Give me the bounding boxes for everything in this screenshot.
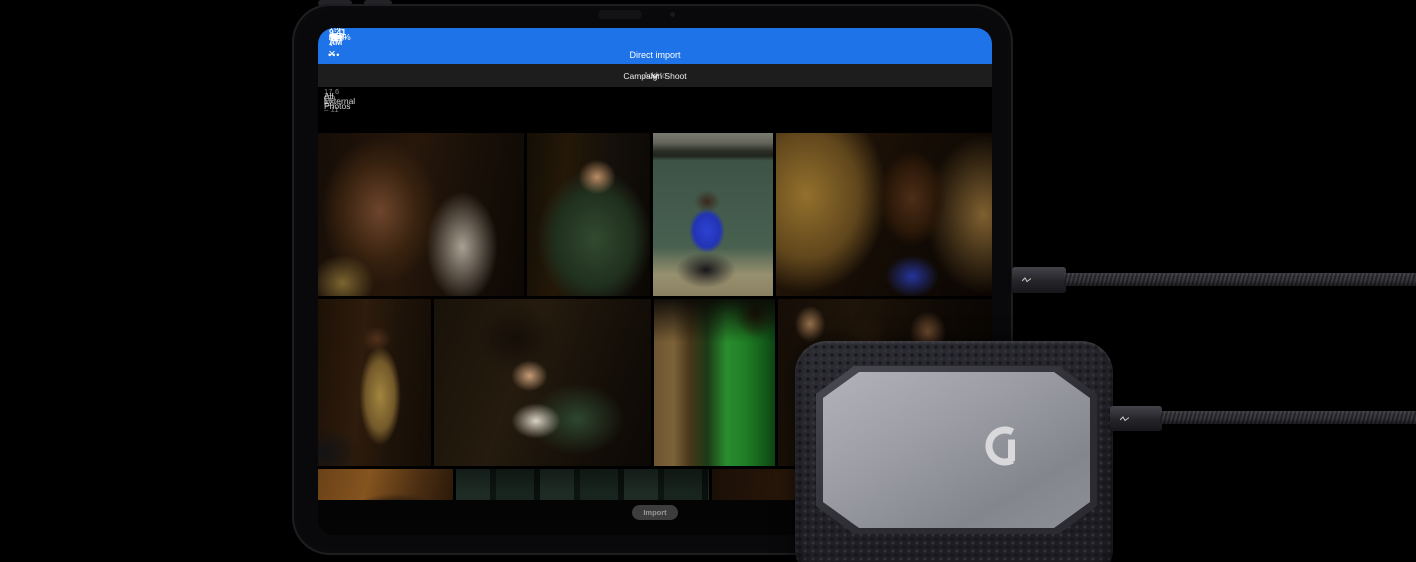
braided-cable-top — [1064, 273, 1416, 286]
front-camera-dot — [670, 12, 675, 17]
chevron-down-icon — [651, 73, 659, 78]
photo-thumbnail[interactable] — [434, 299, 651, 466]
scene: 9:41 AM Tue Apr 1 100% ✕ — [0, 0, 1416, 562]
import-header: ✕ Direct import ••• — [318, 46, 992, 64]
usb-c-connector-drive — [1110, 406, 1162, 431]
photo-thumbnail[interactable] — [653, 133, 773, 296]
status-bar: 9:41 AM Tue Apr 1 100% — [318, 28, 992, 52]
battery-full-icon — [329, 33, 346, 41]
drive-metal-plate — [823, 372, 1090, 528]
source-meta: 11 — [324, 96, 333, 105]
photo-thumbnail[interactable] — [318, 299, 431, 466]
photo-thumbnail[interactable] — [776, 133, 992, 296]
more-options-icon[interactable]: ••• — [328, 50, 340, 60]
usb-c-connector-ipad — [1012, 267, 1066, 293]
braided-cable-bottom — [1160, 411, 1416, 424]
g-technology-logo-icon — [985, 426, 1015, 466]
photo-thumbnail[interactable] — [456, 469, 709, 500]
add-to-dropdown[interactable]: Add to Campaign Shoot — [318, 64, 992, 87]
connector-logo-icon — [1120, 415, 1129, 421]
connector-logo-icon — [1022, 277, 1031, 283]
front-camera-module — [598, 10, 642, 19]
photo-thumbnail[interactable] — [527, 133, 650, 296]
photo-thumbnail[interactable] — [318, 469, 453, 500]
photo-thumbnail[interactable] — [318, 133, 524, 296]
photo-thumbnail[interactable] — [654, 299, 775, 466]
external-ssd-drive — [795, 341, 1113, 562]
import-button[interactable]: Import — [632, 505, 678, 520]
source-row-all-photos[interactable]: All Photos 11 — [318, 89, 350, 112]
page-title: Direct import — [629, 50, 681, 60]
